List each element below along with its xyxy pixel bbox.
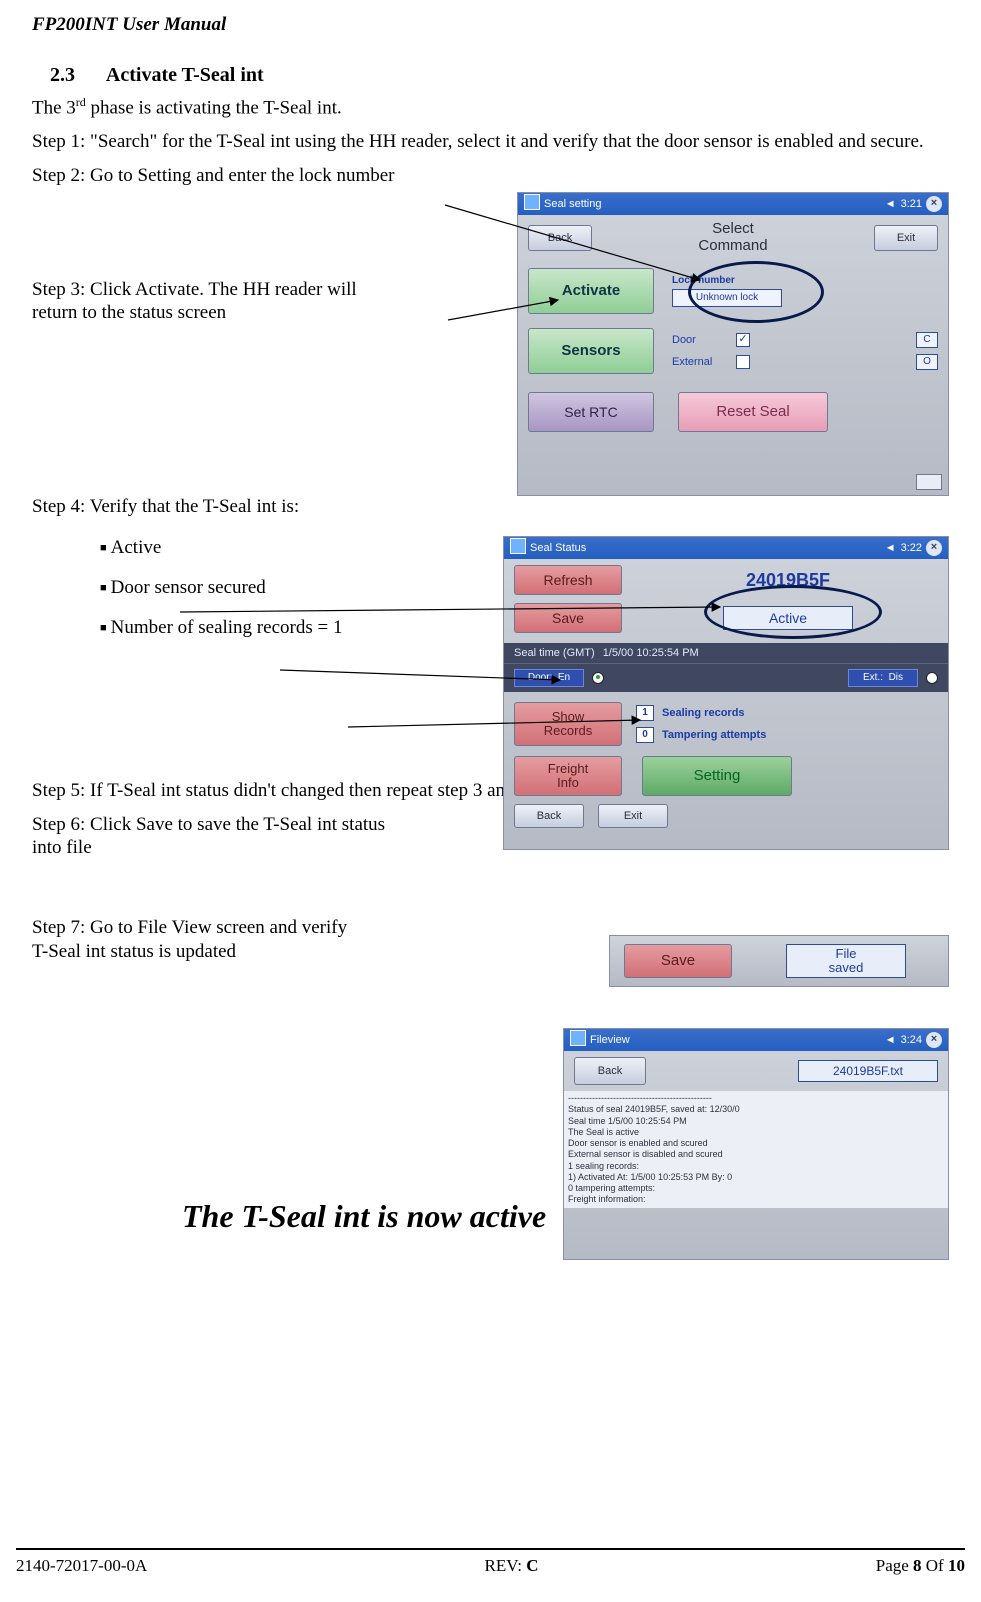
set-rtc-button[interactable]: Set RTC xyxy=(528,392,654,432)
seal-status-screenshot: Seal Status 3:22× Refresh 24019B5F Save … xyxy=(503,536,949,850)
show-records-l2: Records xyxy=(515,724,621,738)
select-command-l2: Command xyxy=(604,238,862,255)
clock-time: 3:21 xyxy=(901,193,922,215)
clock-time: 3:22 xyxy=(901,537,922,559)
file-line: External sensor is disabled and scured xyxy=(568,1149,944,1160)
step4: Step 4: Verify that the T-Seal int is: xyxy=(32,495,949,519)
freight-info-button[interactable]: Freight Info xyxy=(514,756,622,796)
back-button[interactable]: Back xyxy=(528,225,592,251)
back-button[interactable]: Back xyxy=(574,1057,646,1085)
save-button[interactable]: Save xyxy=(514,603,622,633)
step1: Step 1: "Search" for the T-Seal int usin… xyxy=(32,130,949,154)
file-line: ----------------------------------------… xyxy=(568,1093,944,1104)
win-icon xyxy=(570,1030,586,1046)
footer-right: Page 8 Of 10 xyxy=(876,1556,965,1576)
file-line: 1) Activated At: 1/5/00 10:25:53 PM By: … xyxy=(568,1172,944,1183)
setting-button[interactable]: Setting xyxy=(642,756,792,796)
seal-status-titlebar: Seal Status 3:22× xyxy=(504,537,948,559)
door-c-box[interactable]: C xyxy=(916,332,938,348)
seal-id: 24019B5F xyxy=(638,570,938,591)
footer-mid: REV: C xyxy=(485,1556,539,1576)
speaker-icon xyxy=(885,537,897,559)
sealing-count: 1 xyxy=(636,705,654,721)
exit-button[interactable]: Exit xyxy=(598,804,668,828)
section-title: Activate T-Seal int xyxy=(106,64,264,86)
ext-status-chip: Ext.: Dis xyxy=(848,669,918,687)
external-o-box[interactable]: O xyxy=(916,354,938,370)
show-records-l1: Show xyxy=(515,710,621,724)
running-header: FP200INT User Manual xyxy=(32,14,226,36)
file-saved-l2: saved xyxy=(787,961,905,975)
freight-l2: Info xyxy=(515,776,621,790)
file-line: Seal time 1/5/00 10:25:54 PM xyxy=(568,1116,944,1127)
win-icon xyxy=(524,194,540,210)
step2: Step 2: Go to Setting and enter the lock… xyxy=(32,164,949,188)
file-content: ----------------------------------------… xyxy=(564,1091,948,1208)
seal-setting-titlebar: Seal setting 3:21× xyxy=(518,193,948,215)
file-line: Freight information: xyxy=(568,1194,944,1205)
keyboard-icon[interactable] xyxy=(916,474,942,490)
file-saved-l1: File xyxy=(787,947,905,961)
close-icon[interactable]: × xyxy=(926,1032,942,1048)
clock-time: 3:24 xyxy=(901,1029,922,1051)
sensors-button[interactable]: Sensors xyxy=(528,328,654,374)
speaker-icon xyxy=(885,1029,897,1051)
win-icon xyxy=(510,538,526,554)
speaker-icon xyxy=(885,193,897,215)
lock-number-input[interactable]: Unknown lock xyxy=(672,289,782,307)
footer: 2140-72017-00-0A REV: C Page 8 Of 10 xyxy=(16,1556,965,1576)
active-status-box: Active xyxy=(723,606,853,630)
door-label: Door xyxy=(672,334,728,346)
save-button[interactable]: Save xyxy=(624,944,732,978)
file-saved-box: File saved xyxy=(786,944,906,978)
freight-l1: Freight xyxy=(515,762,621,776)
file-line: The Seal is active xyxy=(568,1127,944,1138)
show-records-button[interactable]: Show Records xyxy=(514,702,622,746)
select-command-l1: Select xyxy=(604,221,862,238)
exit-button[interactable]: Exit xyxy=(874,225,938,251)
external-label: External xyxy=(672,356,728,368)
seal-time-value: 1/5/00 10:25:54 PM xyxy=(603,647,699,659)
reset-seal-button[interactable]: Reset Seal xyxy=(678,392,828,432)
activate-button[interactable]: Activate xyxy=(528,268,654,314)
seal-setting-screenshot: Seal setting 3:21× Back Select Command E… xyxy=(517,192,949,496)
door-checkbox[interactable]: ✓ xyxy=(736,333,750,347)
file-line: 1 sealing records: xyxy=(568,1161,944,1172)
save-strip-screenshot: Save File saved xyxy=(609,935,949,987)
fileview-titlebar: Fileview 3:24× xyxy=(564,1029,948,1051)
close-icon[interactable]: × xyxy=(926,196,942,212)
fileview-title: Fileview xyxy=(590,1034,630,1046)
external-checkbox[interactable] xyxy=(736,355,750,369)
footer-rule xyxy=(16,1548,965,1550)
close-icon[interactable]: × xyxy=(926,540,942,556)
footer-left: 2140-72017-00-0A xyxy=(16,1556,147,1576)
section-heading: 2.3 Activate T-Seal int xyxy=(32,64,949,87)
file-line: Door sensor is enabled and scured xyxy=(568,1138,944,1149)
refresh-button[interactable]: Refresh xyxy=(514,565,622,595)
seal-time-label: Seal time (GMT) xyxy=(514,647,595,659)
fileview-screenshot: Fileview 3:24× Back 24019B5F.txt -------… xyxy=(563,1028,949,1260)
bullet-door-text: Door sensor secured xyxy=(111,577,266,598)
tampering-label: Tampering attempts xyxy=(662,729,766,741)
seal-status-title: Seal Status xyxy=(530,542,586,554)
tampering-count: 0 xyxy=(636,727,654,743)
back-button[interactable]: Back xyxy=(514,804,584,828)
file-line: 0 tampering attempts: xyxy=(568,1183,944,1194)
bullet-records-text: Number of sealing records = 1 xyxy=(111,617,343,638)
lock-number-label: Lock number xyxy=(672,275,938,286)
door-radio xyxy=(592,672,604,684)
filename-box: 24019B5F.txt xyxy=(798,1060,938,1082)
door-status-chip: Door: En xyxy=(514,669,584,687)
ext-radio xyxy=(926,672,938,684)
intro-line: The 3rd phase is activating the T-Seal i… xyxy=(32,95,949,120)
sealing-label: Sealing records xyxy=(662,707,745,719)
seal-setting-title: Seal setting xyxy=(544,198,601,210)
bullet-active-text: Active xyxy=(111,537,162,558)
section-number: 2.3 xyxy=(50,64,102,87)
file-line: Status of seal 24019B5F, saved at: 12/30… xyxy=(568,1104,944,1115)
